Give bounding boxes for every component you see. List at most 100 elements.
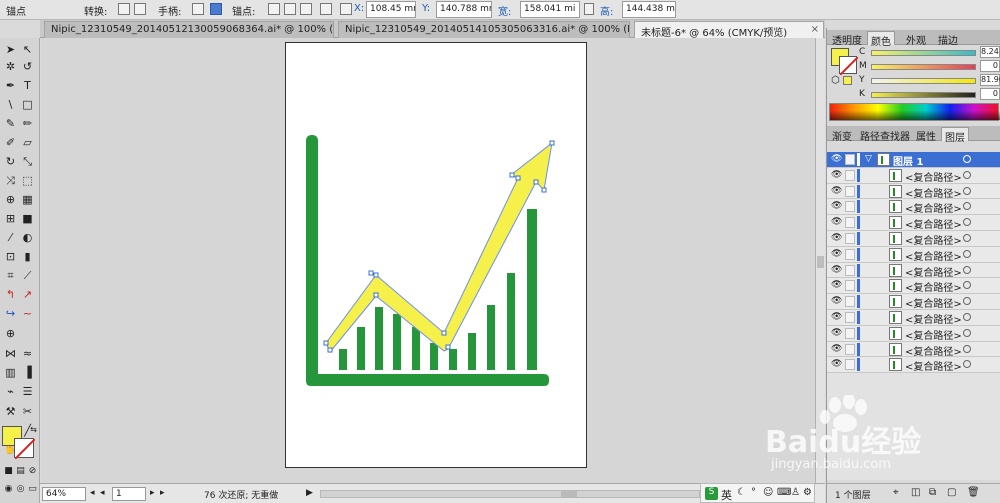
tab-document-1[interactable]: Nipic_12310549_20140512130059068364.ai* … [44,21,334,38]
sublayer-name[interactable]: <复合路径> [905,169,962,184]
width-field[interactable]: 158.041 mi [520,1,580,18]
remove-anchor-icon[interactable] [268,3,280,15]
swap-fill-stroke-icon[interactable]: ⇆ [26,423,41,436]
x-field[interactable]: 108.45 mm [366,1,416,18]
cyan-slider[interactable]: C 8.24 [827,46,1000,59]
visibility-eye-icon[interactable]: 👁 [831,217,842,227]
prev-artboard-icon[interactable]: ◂ [90,488,95,498]
connect-anchor-icon[interactable] [284,3,296,15]
target-circle-icon[interactable] [963,344,971,353]
lock-toggle[interactable] [845,248,855,260]
visibility-eye-icon[interactable]: 👁 [831,233,842,243]
tab-transparency[interactable]: 透明度 [829,31,865,47]
horizontal-scroll-thumb[interactable] [561,491,577,497]
lock-toggle[interactable] [845,296,855,308]
visibility-eye-icon[interactable]: 👁 [831,154,842,164]
layer-name[interactable]: 图层 1 [893,153,923,168]
target-circle-icon[interactable] [963,155,971,163]
rectangle-tool-icon[interactable]: □ [20,98,35,111]
blend-tool-icon[interactable]: ◐ [20,231,35,244]
target-circle-icon[interactable] [963,234,971,242]
scroll-thumb[interactable] [817,256,824,268]
tab-color[interactable]: 颜色 [867,31,895,48]
black-value[interactable]: 0 [980,88,1000,100]
lock-toggle[interactable] [845,343,855,355]
sublayer-row[interactable]: 👁 <复合路径> [827,357,1000,373]
scissors-tool-icon[interactable]: ✂ [20,405,35,418]
none-mode-icon[interactable]: ⊘ [25,465,40,478]
gradient-tool-icon[interactable]: ■ [20,212,35,225]
target-circle-icon[interactable] [963,218,971,227]
target-circle-icon[interactable] [963,328,971,337]
rotate-tool-icon[interactable]: ↻ [3,155,18,168]
visibility-eye-icon[interactable]: 👁 [831,344,842,354]
cut-path-icon[interactable] [300,3,312,15]
column-graph-tool-icon[interactable]: ▮ [20,250,35,263]
visibility-eye-icon[interactable]: 👁 [831,312,842,322]
convert-smooth-icon[interactable] [134,3,146,15]
black-slider[interactable]: K 0 [827,88,1000,101]
cyan-value[interactable]: 8.24 [980,46,1000,58]
vertical-scrollbar[interactable] [815,38,825,483]
handle-show-icon[interactable] [192,3,204,15]
status-menu-icon[interactable]: ▶ [306,488,313,498]
line-graph-tool-icon[interactable]: ⌁ [3,385,18,398]
expand-triangle-icon[interactable]: ▽ [865,154,872,164]
ime-language-toggle[interactable]: 英 [721,487,732,503]
convert-corner-icon[interactable] [118,3,130,15]
lock-toggle[interactable] [845,359,855,371]
target-circle-icon[interactable] [963,170,971,179]
link-icon[interactable] [584,3,594,15]
slice-tool-icon[interactable]: ⟋ [20,269,35,282]
sublayer-row[interactable]: 👁 <复合路径> [827,246,1000,263]
keyboard-icon[interactable]: ⌨ [777,487,791,498]
mesh-tool-icon[interactable]: ⊞ [3,212,18,225]
tab-layers[interactable]: 图层 [941,127,969,144]
user-icon[interactable]: ♙ [791,487,800,498]
sublayer-row[interactable]: 👁 <复合路径> [827,183,1000,200]
horizontal-scrollbar[interactable] [320,490,700,498]
sublayer-row[interactable]: 👁 <复合路径> [827,199,1000,215]
sublayer-name[interactable]: <复合路径> [905,311,962,326]
clipping-mask-icon[interactable]: ◫ [911,487,920,498]
sublayer-name[interactable]: <复合路径> [905,232,962,247]
y-field[interactable]: 140.788 mm [436,1,492,18]
sublayer-name[interactable]: <复合路径> [905,248,962,263]
perspective-grid-tool-icon[interactable]: ▦ [20,193,35,206]
sublayer-name[interactable]: <复合路径> [905,327,962,342]
sublayer-row[interactable]: 👁 <复合路径> [827,167,1000,184]
color-spectrum[interactable] [829,103,1000,121]
lasso-tool-icon[interactable]: ↺ [20,60,35,73]
lock-toggle[interactable] [845,201,855,213]
target-circle-icon[interactable] [963,281,971,290]
emoji-icon[interactable]: ☺ [763,487,773,498]
tab-document-3[interactable]: 未标题-6* @ 64% (CMYK/预览) × [634,21,824,38]
target-circle-icon[interactable] [963,186,971,195]
moon-icon[interactable]: ☾ [737,487,746,498]
type-tool-icon[interactable]: T [20,79,35,92]
visibility-eye-icon[interactable]: 👁 [831,170,842,180]
tab-gradient[interactable]: 渐变 [829,127,855,143]
sublayer-row[interactable]: 👁 <复合路径> [827,310,1000,326]
knife-tool-icon[interactable]: ⚒ [3,405,18,418]
zoom-select[interactable]: 64% [42,487,86,501]
reshape-tool-icon[interactable]: ↗ [20,288,35,301]
scale-tool-icon[interactable]: ⤡ [20,155,35,168]
next-artboard-icon[interactable]: ▸ [150,488,155,498]
width-tool-icon[interactable]: ⤨ [3,174,18,187]
last-artboard-icon[interactable]: ▸ [160,488,165,498]
sublayer-row[interactable]: 👁 <复合路径> [827,325,1000,342]
visibility-eye-icon[interactable]: 👁 [831,296,842,306]
visibility-eye-icon[interactable]: 👁 [831,201,842,211]
trend-arrow[interactable] [323,140,555,353]
lock-toggle[interactable] [845,154,855,165]
list-tool-icon[interactable]: ☰ [20,385,35,398]
shape-builder-tool-icon[interactable]: ⊕ [3,193,18,206]
visibility-eye-icon[interactable]: 👁 [831,265,842,275]
close-tab-icon[interactable]: × [811,24,819,35]
artboard-tool-icon[interactable]: ⌗ [3,269,18,282]
crosshair-tool-icon[interactable]: ⊕ [3,327,18,340]
target-circle-icon[interactable] [963,360,971,369]
lock-toggle[interactable] [845,312,855,323]
reference-point-icon[interactable] [340,3,352,15]
